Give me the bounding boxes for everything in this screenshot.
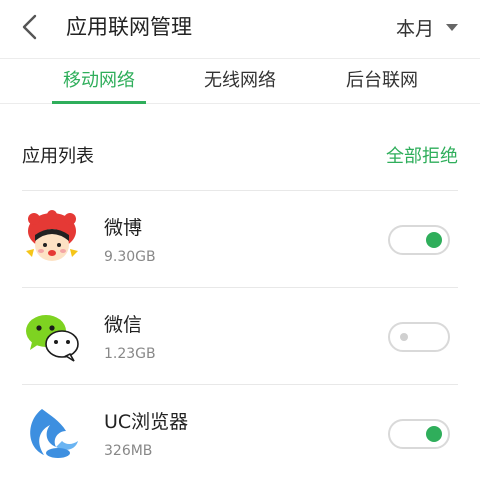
caret-down-icon	[446, 23, 458, 31]
active-tab-indicator	[52, 101, 146, 104]
app-data-usage: 326MB	[104, 443, 153, 459]
list-item-uc-browser: UC浏览器 326MB	[22, 384, 458, 480]
app-name: 微博	[104, 217, 143, 239]
toggle-knob-on	[426, 426, 442, 442]
app-data-usage: 1.23GB	[104, 346, 156, 362]
network-tabs: 移动网络 无线网络 后台联网	[0, 58, 480, 104]
network-toggle-uc-browser[interactable]	[388, 419, 450, 449]
list-item-weibo: 微博 9.30GB	[22, 190, 458, 287]
uc-browser-icon	[22, 403, 82, 463]
section-title: 应用列表	[22, 146, 94, 167]
app-name: UC浏览器	[104, 411, 189, 433]
page-title: 应用联网管理	[66, 15, 192, 39]
wechat-icon	[22, 306, 82, 366]
network-toggle-wechat[interactable]	[388, 322, 450, 352]
app-header: 应用联网管理 本月	[0, 0, 480, 56]
tab-mobile-network[interactable]: 移动网络	[52, 59, 146, 103]
weibo-mascot-icon	[22, 209, 82, 269]
tab-background-network[interactable]: 后台联网	[330, 59, 434, 103]
app-data-usage: 9.30GB	[104, 249, 156, 265]
period-selector[interactable]: 本月	[396, 12, 458, 42]
toggle-knob-off	[400, 333, 408, 341]
reject-all-button[interactable]: 全部拒绝	[386, 142, 458, 168]
app-name: 微信	[104, 314, 143, 336]
network-toggle-weibo[interactable]	[388, 225, 450, 255]
app-list: 微博 9.30GB 微信 1.23GB UC浏览器 326MB	[22, 190, 458, 480]
toggle-knob-on	[426, 232, 442, 248]
back-chevron-icon[interactable]	[18, 12, 42, 42]
app-list-header: 应用列表 全部拒绝	[22, 134, 458, 176]
list-item-wechat: 微信 1.23GB	[22, 287, 458, 384]
period-label: 本月	[395, 17, 434, 40]
tab-wifi-network[interactable]: 无线网络	[188, 59, 292, 103]
